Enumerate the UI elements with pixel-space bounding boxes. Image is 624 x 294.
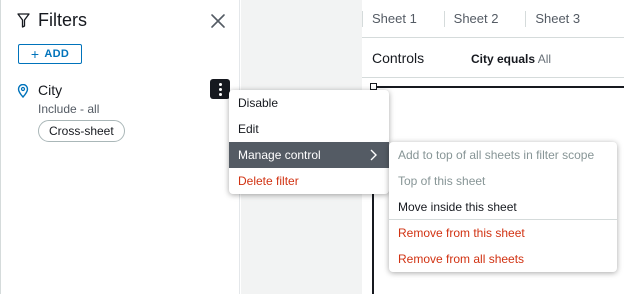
submenu-item-label: Remove from this sheet [398, 226, 525, 240]
add-filter-label: ADD [44, 48, 70, 60]
cross-sheet-badge: Cross-sheet [38, 120, 125, 142]
location-pin-icon [17, 84, 29, 98]
filter-description: Include - all [38, 102, 100, 116]
chevron-right-icon [370, 149, 377, 161]
submenu-item-top-of-sheet: Top of this sheet [389, 168, 617, 194]
menu-item-manage-control[interactable]: Manage control [229, 142, 389, 168]
filters-header: Filters [17, 10, 87, 31]
submenu-item-label: Move inside this sheet [398, 200, 517, 214]
city-control-value: All [537, 52, 552, 66]
menu-item-label: Disable [238, 96, 279, 110]
add-filter-button[interactable]: + ADD [18, 44, 82, 64]
menu-item-delete-filter[interactable]: Delete filter [229, 168, 389, 194]
sheet-tabs: Sheet 1 Sheet 2 Sheet 3 [362, 0, 624, 38]
city-control[interactable]: City equals All [471, 52, 551, 66]
kebab-menu-icon[interactable] [210, 79, 230, 99]
submenu-item-remove-this-sheet[interactable]: Remove from this sheet [389, 220, 617, 246]
menu-item-label: Edit [238, 122, 259, 136]
menu-item-label: Manage control [238, 148, 321, 162]
tab-sheet-2[interactable]: Sheet 2 [443, 10, 526, 27]
tab-sheet-3[interactable]: Sheet 3 [525, 10, 605, 27]
menu-item-disable[interactable]: Disable [229, 90, 389, 116]
filter-item-city[interactable]: City Include - all Cross-sheet [17, 79, 232, 144]
controls-bar: Controls City equals All [362, 38, 624, 78]
city-control-name: City equals [471, 52, 536, 66]
filters-title: Filters [38, 10, 87, 30]
resize-handle[interactable] [370, 83, 377, 90]
close-icon[interactable] [209, 12, 227, 30]
submenu-item-add-to-top-all: Add to top of all sheets in filter scope [389, 142, 617, 168]
filter-name: City [38, 82, 63, 98]
tab-sheet-1[interactable]: Sheet 1 [362, 10, 444, 27]
filter-context-menu: Disable Edit Manage control Delete filte… [229, 90, 389, 194]
menu-item-label: Delete filter [238, 174, 299, 188]
submenu-item-remove-all-sheets[interactable]: Remove from all sheets [389, 246, 617, 272]
submenu-item-label: Add to top of all sheets in filter scope [398, 148, 595, 162]
submenu-item-label: Remove from all sheets [398, 252, 525, 266]
manage-control-submenu: Add to top of all sheets in filter scope… [389, 142, 617, 272]
controls-label: Controls [372, 50, 425, 66]
filters-panel: Filters + ADD City Include - all Cross-s… [0, 0, 240, 294]
submenu-item-move-inside[interactable]: Move inside this sheet [389, 194, 617, 220]
submenu-item-label: Top of this sheet [398, 174, 486, 188]
menu-item-edit[interactable]: Edit [229, 116, 389, 142]
funnel-icon [17, 13, 30, 28]
plus-icon: + [30, 46, 40, 62]
